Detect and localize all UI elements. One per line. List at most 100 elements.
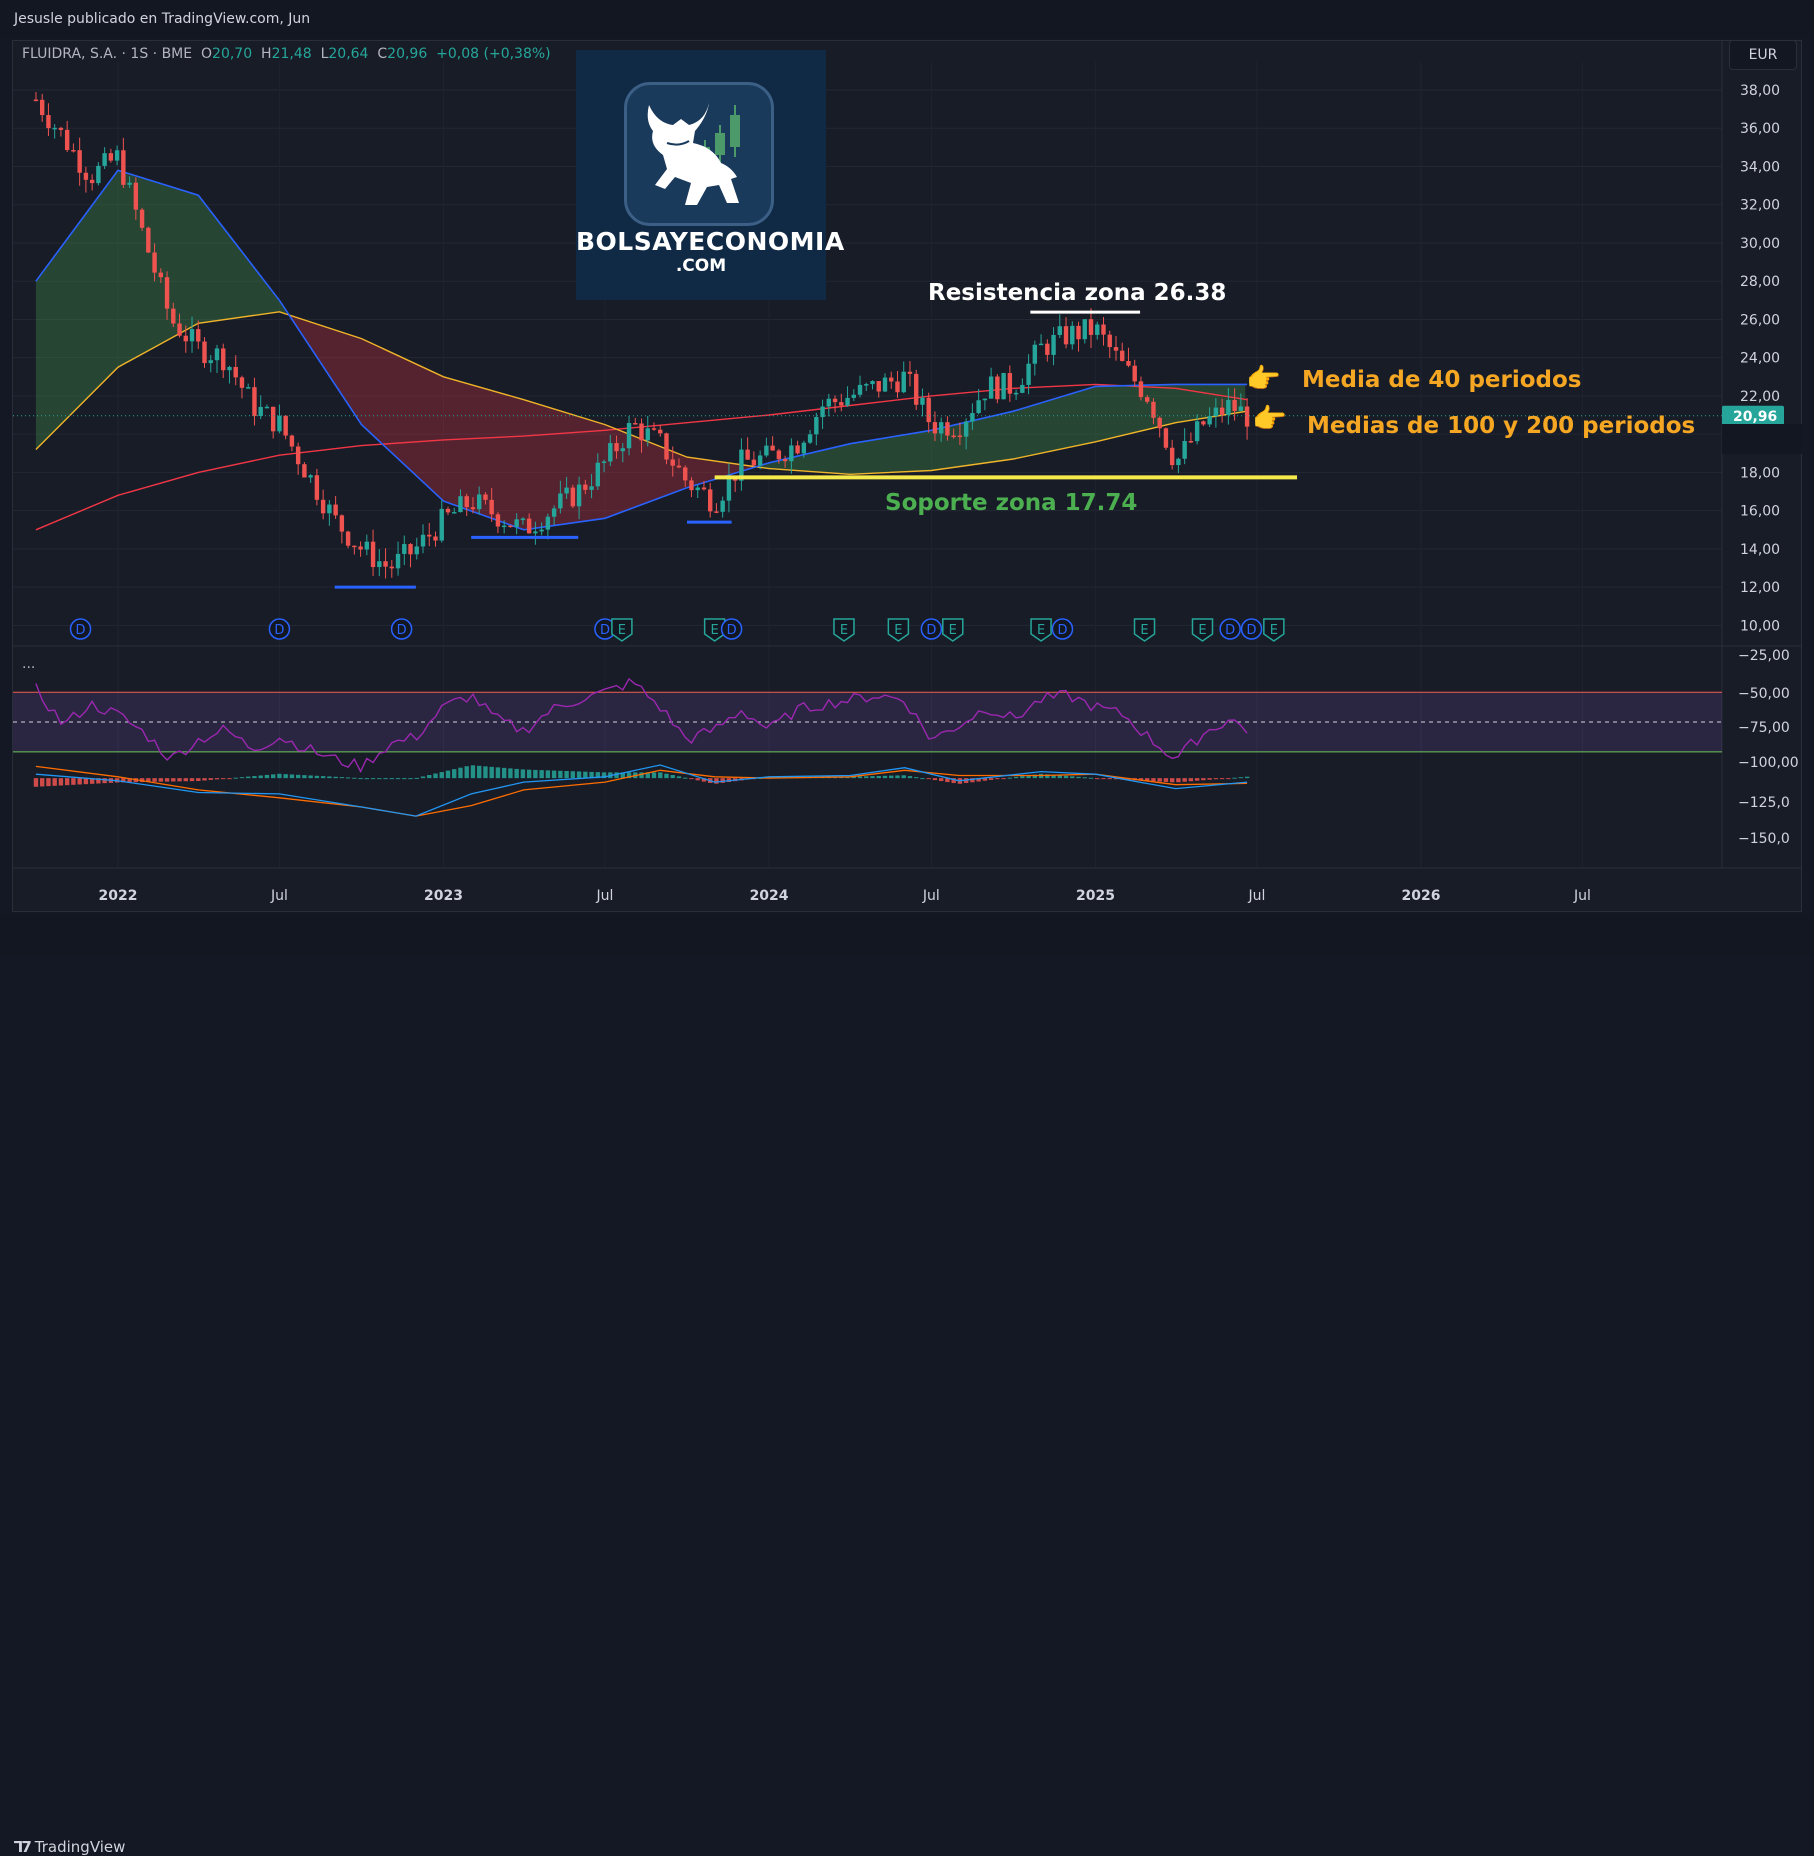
macd-histogram-bar: [345, 777, 351, 779]
candle-body: [96, 165, 101, 184]
macd-histogram-bar: [914, 777, 919, 779]
candle-body: [1026, 363, 1031, 385]
candle-body: [551, 508, 557, 517]
legend-open-label: O: [201, 46, 213, 62]
candle-body: [146, 227, 151, 253]
candle-body: [164, 277, 170, 309]
candle-body: [33, 99, 39, 102]
macd-histogram-bar: [889, 775, 894, 779]
macd-histogram-bar: [545, 770, 551, 779]
candle-body: [121, 150, 126, 185]
macd-histogram-bar: [58, 778, 64, 786]
candle-body: [483, 494, 488, 500]
candle-body: [963, 421, 969, 437]
candle-body: [1157, 417, 1162, 429]
chart-canvas[interactable]: D D D D E E D E E D E E D E E D D E38,0036,0034,0032,0030…: [0, 0, 1814, 957]
macd-histogram-bar: [576, 771, 582, 779]
candle-body: [258, 406, 263, 417]
candle-body: [221, 348, 226, 371]
candle-body: [520, 518, 526, 521]
ma40-annotation: Media de 40 periodos: [1302, 367, 1582, 393]
candle-body: [651, 428, 657, 430]
candle-body: [683, 467, 688, 481]
macd-histogram-bar: [71, 778, 76, 785]
candle-body: [320, 499, 326, 514]
candle-body: [358, 546, 363, 550]
candle-body: [1226, 399, 1231, 415]
candle-body: [870, 381, 875, 385]
macd-histogram-bar: [539, 770, 544, 779]
candle-body: [352, 545, 357, 548]
last-price-label: 20,96: [1733, 409, 1777, 425]
legend-low-value: 20,64: [328, 46, 369, 62]
candle-body: [764, 445, 769, 456]
candle-body: [795, 445, 800, 454]
legend-close-value: 20,96: [387, 46, 428, 62]
candle-body: [914, 373, 919, 405]
candle-body: [439, 508, 444, 541]
legend-high-label: H: [261, 46, 272, 62]
candle-body: [988, 376, 994, 399]
macd-histogram-bar: [402, 778, 407, 780]
candle-body: [289, 435, 295, 447]
candle-body: [270, 406, 276, 432]
indicator-axis-label: −100,00: [1738, 755, 1799, 771]
legend-close-label: C: [377, 46, 388, 62]
candle-body: [501, 525, 507, 528]
earnings-marker-label: E: [1198, 623, 1206, 638]
candle-body: [445, 508, 451, 513]
candle-body: [83, 172, 89, 180]
macd-histogram-bar: [508, 768, 513, 779]
candle-body: [1194, 421, 1200, 442]
candle-body: [857, 384, 863, 395]
macd-histogram-bar: [383, 778, 388, 780]
price-axis-label: 24,00: [1740, 351, 1780, 367]
candle-body: [882, 377, 888, 392]
macd-histogram-bar: [995, 778, 1000, 780]
candle-body: [333, 504, 338, 516]
macd-histogram-bar: [233, 777, 238, 779]
macd-histogram-bar: [333, 776, 338, 779]
macd-histogram-bar: [1070, 776, 1075, 779]
symbol-legend[interactable]: FLUIDRA, S.A. · 1S · BME O20,70 H21,48 L…: [22, 46, 551, 62]
tradingview-brand[interactable]: ⅂7 TradingView: [14, 1838, 125, 1856]
candle-body: [1082, 319, 1087, 340]
macd-histogram-bar: [283, 774, 288, 779]
candle-body: [64, 129, 70, 150]
macd-histogram-bar: [308, 775, 313, 779]
earnings-marker-label: E: [618, 623, 626, 638]
macd-histogram-bar: [289, 774, 295, 779]
macd-histogram-bar: [1219, 778, 1225, 780]
macd-signal-line: [35, 765, 1248, 817]
candle-body: [433, 536, 438, 541]
macd-histogram-bar: [483, 766, 488, 779]
candle-body: [1007, 373, 1013, 394]
candle-body: [1126, 361, 1131, 366]
currency-button[interactable]: EUR: [1729, 40, 1797, 70]
candle-body: [1219, 407, 1225, 415]
macd-histogram-bar: [1107, 778, 1112, 780]
macd-histogram-bar: [314, 775, 320, 779]
candle-body: [776, 450, 782, 460]
candle-body: [689, 480, 694, 491]
time-axis-label: Jul: [270, 888, 288, 904]
macd-histogram-bar: [102, 778, 107, 784]
price-axis-label: 16,00: [1740, 504, 1780, 520]
candle-body: [77, 150, 82, 173]
macd-histogram-bar: [1082, 777, 1087, 779]
indicator-menu-button[interactable]: ...: [22, 656, 35, 672]
candle-body: [695, 487, 700, 491]
candle-body: [1213, 407, 1219, 416]
macd-histogram-bar: [489, 766, 494, 779]
candle-body: [558, 493, 563, 509]
macd-histogram-bar: [46, 778, 51, 787]
macd-histogram-bar: [258, 775, 263, 779]
candle-body: [645, 428, 650, 441]
macd-histogram-bar: [932, 778, 938, 781]
macd-histogram-bar: [221, 778, 226, 780]
macd-histogram-bar: [1095, 778, 1100, 780]
candle-body: [614, 443, 619, 452]
macd-histogram-bar: [33, 778, 39, 787]
earnings-marker-label: E: [949, 623, 957, 638]
candle-body: [576, 484, 582, 507]
